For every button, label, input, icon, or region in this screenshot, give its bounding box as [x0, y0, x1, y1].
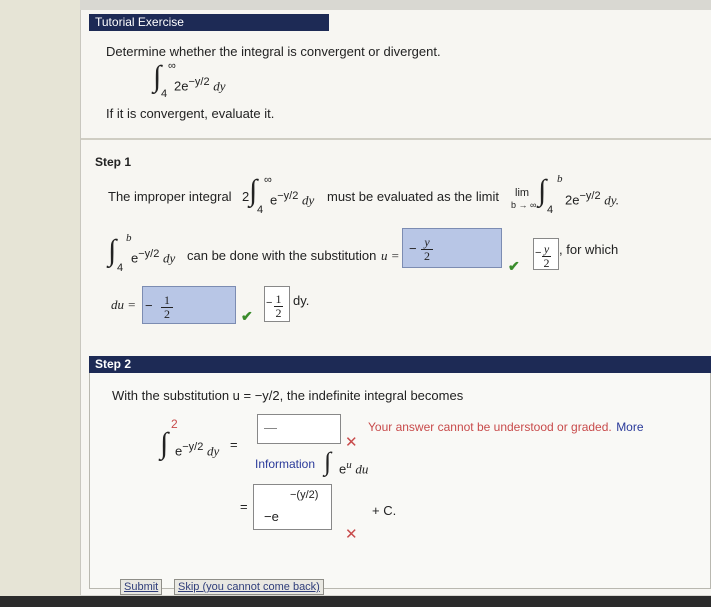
- section-divider: [81, 138, 711, 140]
- integral-sign: ∫: [108, 234, 117, 267]
- u-equals: u =: [381, 248, 400, 263]
- du-label: du =: [111, 297, 137, 312]
- integral-sign: ∫: [153, 60, 162, 93]
- integral-sign: ∫: [324, 447, 332, 476]
- du-correct-answer: − 12: [264, 286, 290, 322]
- lim-label: lim: [515, 187, 530, 199]
- plus-c: + C.: [372, 503, 397, 518]
- step1-integrand: e−y/2 dy: [270, 190, 315, 208]
- lim-sub: b → ∞: [511, 200, 537, 210]
- page-margin: [0, 0, 80, 607]
- integral-sign: ∫: [160, 427, 169, 460]
- du-check-icon: ✔: [241, 308, 253, 324]
- step1-sentence-mid: must be evaluated as the limit: [327, 189, 499, 204]
- step2-area: With the substitution u = −y/2, the inde…: [89, 373, 711, 595]
- integral-sign: ∫: [249, 174, 258, 207]
- u-check-icon: ✔: [508, 258, 520, 274]
- more-link[interactable]: More: [616, 420, 643, 434]
- du-answer-sign: −: [145, 298, 153, 313]
- lhs-integrand: e−y/2 dy: [175, 441, 220, 459]
- step1-limit-integrand: 2e−y/2 dy.: [565, 190, 620, 208]
- box-exponent: −(y/2): [290, 489, 319, 501]
- upper-limit: b: [557, 173, 563, 185]
- step1-sentence-start: The improper integral: [108, 189, 232, 204]
- equals-sign: =: [230, 437, 238, 452]
- upper-limit: ∞: [168, 60, 176, 72]
- antiderivative-box[interactable]: −(y/2) −e: [253, 484, 332, 530]
- u-answer-fraction: y2: [421, 233, 433, 263]
- submit-button[interactable]: Submit: [120, 579, 163, 595]
- step1-heading: Step 1: [95, 155, 132, 169]
- problem-integral: ∫: [153, 62, 161, 92]
- problem-integrand: 2e−y/2 dy: [174, 76, 226, 94]
- problem-prompt: Determine whether the integral is conver…: [106, 44, 441, 59]
- du-answer-fraction: 12: [161, 291, 173, 321]
- upper-limit: b: [126, 232, 132, 244]
- box-value: −e: [264, 509, 279, 524]
- information-link[interactable]: Information: [255, 457, 315, 471]
- lower-limit: 4: [547, 204, 554, 216]
- lower-limit: 4: [117, 262, 124, 274]
- skip-button[interactable]: Skip (you cannot come back): [174, 579, 324, 595]
- integral-sign: ∫: [538, 174, 547, 207]
- for-which-text: , for which: [559, 242, 619, 257]
- lhs-coef: 2: [171, 417, 178, 431]
- step2-heading: Step 2: [89, 356, 711, 373]
- du-answer-box[interactable]: − 12: [142, 286, 236, 324]
- error-cross-icon: ✕: [345, 434, 358, 451]
- sub-text: can be done with the substitution: [187, 248, 377, 263]
- instruction: If it is convergent, evaluate it.: [106, 106, 275, 121]
- step2-sentence: With the substitution u = −y/2, the inde…: [112, 388, 464, 403]
- answer-input-box[interactable]: —: [257, 414, 341, 444]
- error-cross-icon: ✕: [345, 526, 358, 543]
- tutorial-panel: Tutorial Exercise Determine whether the …: [80, 10, 711, 595]
- error-message: Your answer cannot be understood or grad…: [368, 420, 644, 434]
- lower-limit: 4: [161, 88, 168, 100]
- taskbar: [0, 596, 711, 607]
- upper-limit: ∞: [264, 174, 272, 186]
- u-correct-answer: − y2: [533, 238, 559, 270]
- du-suffix: dy.: [293, 293, 310, 308]
- eu-integrand: eu du: [339, 459, 369, 477]
- lower-limit: 4: [257, 204, 264, 216]
- tutorial-title: Tutorial Exercise: [89, 14, 329, 31]
- sub-integrand: e−y/2 dy: [131, 248, 176, 266]
- u-answer-sign: −: [409, 241, 417, 256]
- u-answer-box[interactable]: − y2: [402, 228, 502, 268]
- equals-sign: =: [240, 499, 248, 514]
